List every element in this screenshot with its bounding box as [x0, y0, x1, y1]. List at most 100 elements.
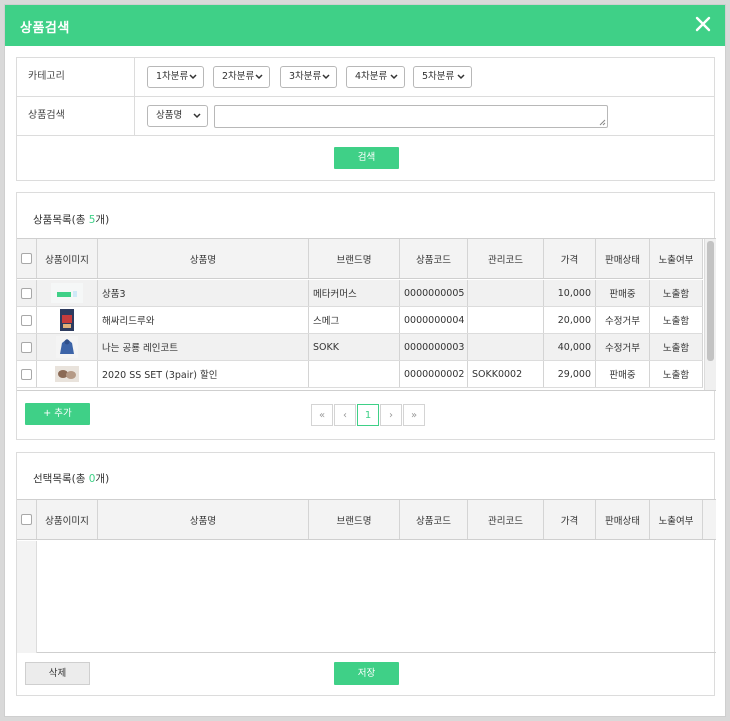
row-mgmt: SOKK0002: [468, 361, 544, 387]
product-thumbnail: [56, 336, 78, 358]
selected-list-panel: 선택목록(총 0개) 상품이미지 상품명 브랜드명 상품코드 관리코드 가격 판…: [16, 452, 716, 696]
table-row[interactable]: 2020 SS SET (3pair) 할인 0000000002 SOKK00…: [17, 361, 703, 388]
row-image-cell: [37, 361, 98, 387]
chevron-down-icon: [193, 113, 201, 119]
add-button[interactable]: + 추가: [25, 403, 90, 425]
category-select-5-value: 5차분류: [422, 71, 455, 82]
prev-page-button[interactable]: ‹: [334, 404, 356, 426]
category-select-4[interactable]: 4차분류: [346, 66, 405, 88]
product-table-scrollbar[interactable]: [704, 239, 716, 390]
delete-button[interactable]: 삭제: [25, 662, 90, 685]
row-name: 해싸리드루와: [98, 307, 309, 333]
product-table-header: 상품이미지 상품명 브랜드명 상품코드 관리코드 가격 판매상태 노출여부: [17, 239, 703, 279]
search-type-select[interactable]: 상품명: [147, 105, 208, 127]
category-label: 카테고리: [17, 58, 135, 96]
last-page-button[interactable]: »: [403, 404, 425, 426]
row-brand: [309, 361, 400, 387]
category-select-3[interactable]: 3차분류: [280, 66, 337, 88]
select-all-cell: [17, 239, 37, 278]
resize-grip-icon[interactable]: [599, 119, 606, 126]
col-name: 상품명: [98, 500, 309, 539]
row-mgmt: [468, 307, 544, 333]
row-price: 20,000: [544, 307, 596, 333]
modal-title: 상품검색: [20, 21, 70, 36]
col-brand: 브랜드명: [309, 500, 400, 539]
category-select-2[interactable]: 2차분류: [213, 66, 270, 88]
table-row[interactable]: 해싸리드루와 스메그 0000000004 20,000 수정거부 노출함: [17, 307, 703, 334]
product-thumbnail: [51, 283, 83, 303]
row-checkbox[interactable]: [21, 368, 32, 380]
row-brand: 스메그: [309, 307, 400, 333]
col-price: 가격: [544, 239, 596, 278]
select-all-cell: [17, 500, 37, 539]
row-price: 10,000: [544, 280, 596, 306]
selected-table-body: [17, 541, 716, 653]
selected-table-left-strip: [17, 541, 37, 653]
col-price: 가격: [544, 500, 596, 539]
chevron-down-icon: [322, 74, 330, 80]
save-button[interactable]: 저장: [334, 662, 399, 685]
row-display: 노출함: [650, 361, 703, 387]
row-checkbox[interactable]: [21, 341, 32, 353]
row-check-cell: [17, 307, 37, 333]
search-type-value: 상품명: [156, 110, 183, 121]
category-select-1[interactable]: 1차분류: [147, 66, 204, 88]
row-status: 수정거부: [596, 307, 650, 333]
col-status: 판매상태: [596, 239, 650, 278]
selected-table-header: 상품이미지 상품명 브랜드명 상품코드 관리코드 가격 판매상태 노출여부: [17, 500, 716, 540]
col-image: 상품이미지: [37, 500, 98, 539]
row-code: 0000000004: [400, 307, 468, 333]
category-select-4-value: 4차분류: [355, 71, 388, 82]
table-row[interactable]: 나는 공룡 레인코트 SOKK 0000000003 40,000 수정거부 노…: [17, 334, 703, 361]
search-keyword-textarea[interactable]: [214, 105, 608, 128]
product-thumbnail: [55, 366, 79, 382]
next-page-button[interactable]: ›: [380, 404, 402, 426]
row-checkbox[interactable]: [21, 314, 32, 326]
col-display: 노출여부: [650, 239, 703, 278]
row-code: 0000000003: [400, 334, 468, 360]
search-button[interactable]: 검색: [334, 147, 399, 169]
row-price: 29,000: [544, 361, 596, 387]
row-display: 노출함: [650, 307, 703, 333]
col-mgmt: 관리코드: [468, 500, 544, 539]
product-list-title-prefix: 상품목록(총: [33, 214, 89, 226]
row-check-cell: [17, 361, 37, 387]
search-panel: 카테고리 1차분류 2차분류 3차분류 4차분류 5차분류 상품검색 상품명 검…: [16, 57, 715, 181]
chevron-down-icon: [255, 74, 263, 80]
row-name: 나는 공룡 레인코트: [98, 334, 309, 360]
select-all-checkbox[interactable]: [21, 514, 32, 525]
chevron-down-icon: [457, 74, 465, 80]
table-row[interactable]: 상품3 메타커머스 0000000005 10,000 판매중 노출함: [17, 280, 703, 307]
row-checkbox[interactable]: [21, 287, 32, 299]
row-mgmt: [468, 334, 544, 360]
row-name: 상품3: [98, 280, 309, 306]
product-list-title: 상품목록(총 5개): [33, 212, 109, 227]
chevron-down-icon: [189, 74, 197, 80]
selected-list-title: 선택목록(총 0개): [33, 471, 109, 486]
close-icon[interactable]: [693, 14, 713, 34]
row-code: 0000000002: [400, 361, 468, 387]
row-brand: 메타커머스: [309, 280, 400, 306]
category-select-5[interactable]: 5차분류: [413, 66, 472, 88]
row-image-cell: [37, 280, 98, 306]
selected-table: 상품이미지 상품명 브랜드명 상품코드 관리코드 가격 판매상태 노출여부: [17, 499, 716, 653]
col-brand: 브랜드명: [309, 239, 400, 278]
chevron-down-icon: [390, 74, 398, 80]
row-display: 노출함: [650, 280, 703, 306]
product-search-row: 상품검색 상품명: [17, 97, 714, 136]
category-select-2-value: 2차분류: [222, 71, 255, 82]
col-status: 판매상태: [596, 500, 650, 539]
first-page-button[interactable]: «: [311, 404, 333, 426]
row-price: 40,000: [544, 334, 596, 360]
row-mgmt: [468, 280, 544, 306]
col-name: 상품명: [98, 239, 309, 278]
col-code: 상품코드: [400, 239, 468, 278]
category-select-1-value: 1차분류: [156, 71, 189, 82]
page-1-button[interactable]: 1: [357, 404, 379, 426]
row-code: 0000000005: [400, 280, 468, 306]
selected-list-title-prefix: 선택목록(총: [33, 473, 89, 485]
product-table: 상품이미지 상품명 브랜드명 상품코드 관리코드 가격 판매상태 노출여부 상품…: [17, 238, 716, 391]
scrollbar-thumb[interactable]: [707, 241, 714, 361]
select-all-checkbox[interactable]: [21, 253, 32, 264]
category-select-3-value: 3차분류: [289, 71, 322, 82]
